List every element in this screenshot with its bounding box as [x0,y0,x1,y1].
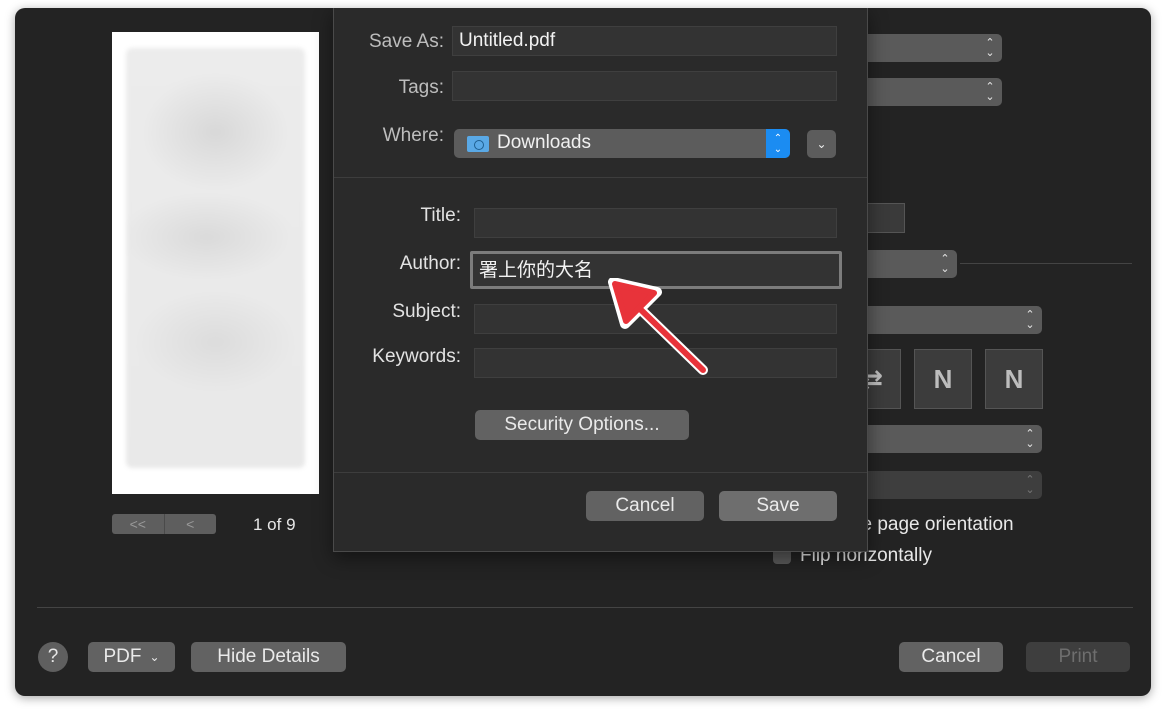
page-preview [112,32,319,494]
page-indicator: 1 of 9 [253,515,296,534]
folder-icon [467,136,489,152]
cancel-print-button[interactable]: Cancel [899,642,1003,672]
reverse-orientation-label: se page orientation [852,514,1014,535]
where-label: Where: [382,125,444,146]
where-popup[interactable]: Downloads ⌃ ⌄ [454,129,790,158]
title-field[interactable] [474,208,837,238]
save-button[interactable]: Save [719,491,837,521]
first-page-button[interactable]: << [112,514,165,534]
presets-popup[interactable]: ⌃ ⌄ [847,78,1002,106]
help-button[interactable]: ? [38,642,68,672]
chevron-up-down-icon: ⌃ ⌄ [1025,428,1035,450]
pdf-label: PDF [103,646,142,667]
page-navigation: << < [112,514,216,534]
save-as-label: Save As: [369,31,444,52]
chevron-up-down-icon: ⌃ ⌄ [1025,309,1035,331]
keywords-label: Keywords: [372,346,461,367]
paper-size-popup[interactable]: ⌃ ⌄ [847,306,1042,334]
pdf-menu-button[interactable]: PDF ⌄ [88,642,175,672]
chevron-up-down-icon: ⌃ ⌄ [1025,474,1035,496]
sheet-separator [334,177,867,178]
previous-page-button[interactable]: < [165,514,217,534]
hide-details-button[interactable]: Hide Details [191,642,346,672]
annotation-arrow-icon [608,278,708,375]
chevron-up-down-icon: ⌃ ⌄ [940,253,950,275]
expand-browser-button[interactable]: ⌄ [807,130,836,158]
cancel-save-button[interactable]: Cancel [586,491,704,521]
chevron-up-down-icon: ⌃ ⌄ [985,81,995,103]
chevron-up-down-icon: ⌃ ⌄ [766,129,790,158]
chevron-down-icon: ⌄ [149,650,160,664]
preview-content [126,48,305,468]
security-options-button[interactable]: Security Options... [475,410,689,440]
print-dialog-window: << < 1 of 9 ⌃⌄ ⌃⌄ 1 ⌃⌄ ⌃⌄ ⇄ N N ⌃⌄ ⌃⌄ se… [15,8,1151,696]
author-label: Author: [399,253,461,274]
title-label: Title: [420,205,461,226]
chevron-down-icon: ⌄ [816,137,827,151]
sheet-separator [334,472,867,473]
where-value: Downloads [497,132,591,153]
tags-field[interactable] [452,71,837,101]
separator [960,263,1132,264]
layout-direction-icon-3[interactable]: N [985,349,1043,409]
layout-direction-icon-2[interactable]: N [914,349,972,409]
printer-popup[interactable]: ⌃ ⌄ [847,34,1002,62]
save-as-field[interactable]: Untitled.pdf [452,26,837,56]
two-sided-popup: ⌃ ⌄ [847,471,1042,499]
chevron-up-down-icon: ⌃ ⌄ [985,37,995,59]
print-button: Print [1026,642,1130,672]
save-sheet: Save As: Untitled.pdf Tags: Where: Downl… [333,8,868,552]
border-popup[interactable]: ⌃ ⌄ [847,425,1042,453]
footer-separator [37,607,1133,608]
subject-label: Subject: [392,301,461,322]
tags-label: Tags: [398,77,444,98]
